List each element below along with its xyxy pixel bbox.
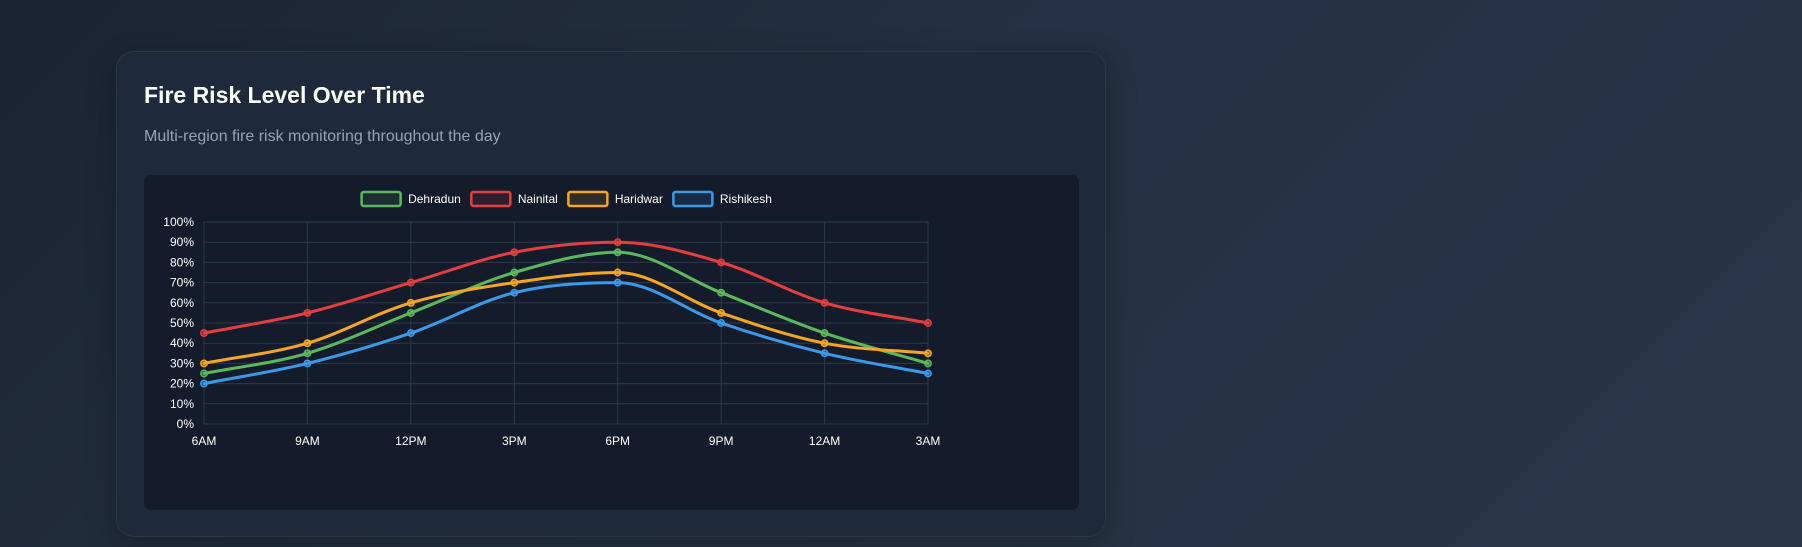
data-point-haridwar[interactable] [820, 339, 829, 348]
data-point-dehradun[interactable] [924, 359, 932, 368]
fire-risk-line-chart: 0% 10% 20% 30% 40% 50% 60% 70% 80% 90% 100% 6AM 9AM 1… [163, 190, 941, 448]
data-point-nainital[interactable] [303, 308, 312, 317]
legend-label: Haridwar [615, 192, 663, 206]
x-tick-label: 3AM [916, 434, 941, 448]
data-point-nainital[interactable] [717, 258, 726, 267]
legend-item-rishikesh[interactable]: Rishikesh [672, 190, 772, 208]
legend-item-nainital[interactable]: Nainital [470, 190, 558, 208]
data-point-rishikesh[interactable] [200, 379, 208, 388]
series-line-rishikesh [202, 281, 930, 386]
y-tick-label: 70% [170, 276, 194, 290]
data-point-dehradun[interactable] [717, 288, 726, 297]
legend-swatch [672, 190, 714, 208]
data-point-rishikesh[interactable] [406, 329, 415, 338]
series-nainital [200, 238, 932, 338]
y-tick-label: 10% [170, 397, 194, 411]
data-point-rishikesh[interactable] [717, 319, 726, 327]
data-point-nainital[interactable] [924, 319, 932, 327]
chart-card: Fire Risk Level Over Time Multi-region f… [116, 51, 1106, 537]
x-tick-label: 3PM [502, 434, 527, 448]
data-point-nainital[interactable] [820, 298, 829, 307]
chart-panel: 0% 10% 20% 30% 40% 50% 60% 70% 80% 90% 100% 6AM 9AM 1… [144, 175, 1079, 510]
card-title: Fire Risk Level Over Time [144, 82, 425, 108]
data-point-haridwar[interactable] [303, 339, 312, 348]
legend-label: Dehradun [408, 192, 461, 206]
legend-swatch [470, 190, 512, 208]
y-tick-label: 80% [170, 255, 194, 269]
data-point-dehradun[interactable] [820, 329, 829, 338]
data-point-dehradun[interactable] [303, 349, 312, 358]
grid [203, 221, 929, 425]
data-point-dehradun[interactable] [200, 369, 208, 378]
series-line-nainital [202, 240, 930, 335]
legend-swatch [360, 190, 402, 208]
x-tick-label: 12AM [809, 434, 840, 448]
data-point-haridwar[interactable] [613, 268, 622, 277]
data-point-dehradun[interactable] [406, 308, 415, 317]
legend-swatch [567, 190, 609, 208]
y-tick-label: 100% [163, 215, 194, 229]
data-point-rishikesh[interactable] [510, 288, 519, 297]
data-point-rishikesh[interactable] [303, 359, 312, 368]
data-point-haridwar[interactable] [510, 278, 519, 287]
legend-label: Nainital [518, 192, 558, 206]
legend-label: Rishikesh [720, 192, 772, 206]
data-point-rishikesh[interactable] [820, 349, 829, 358]
x-tick-label: 6AM [192, 434, 217, 448]
y-tick-label: 60% [170, 296, 194, 310]
data-point-dehradun[interactable] [510, 268, 519, 277]
legend-item-haridwar[interactable]: Haridwar [567, 190, 663, 208]
y-tick-label: 30% [170, 356, 194, 370]
data-point-rishikesh[interactable] [924, 369, 932, 378]
x-tick-label: 9PM [709, 434, 734, 448]
x-tick-label: 12PM [395, 434, 426, 448]
x-tick-label: 6PM [605, 434, 630, 448]
card-subtitle: Multi-region fire risk monitoring throug… [144, 128, 501, 145]
data-point-nainital[interactable] [510, 248, 519, 257]
y-tick-label: 50% [170, 316, 194, 330]
data-point-haridwar[interactable] [924, 349, 932, 358]
data-point-nainital[interactable] [406, 278, 415, 287]
y-tick-label: 20% [170, 377, 194, 391]
data-point-nainital[interactable] [200, 329, 208, 338]
data-point-rishikesh[interactable] [613, 278, 622, 287]
y-tick-label: 0% [177, 417, 195, 431]
x-tick-label: 9AM [295, 434, 320, 448]
data-point-haridwar[interactable] [406, 298, 415, 307]
y-tick-label: 40% [170, 336, 194, 350]
legend-item-dehradun[interactable]: Dehradun [360, 190, 461, 208]
data-point-haridwar[interactable] [717, 308, 726, 317]
y-tick-label: 90% [170, 235, 194, 249]
legend: Dehradun Nainital Haridwar Rishikesh [360, 190, 772, 208]
data-point-haridwar[interactable] [200, 359, 208, 368]
data-point-dehradun[interactable] [613, 248, 622, 257]
data-point-nainital[interactable] [613, 238, 622, 247]
